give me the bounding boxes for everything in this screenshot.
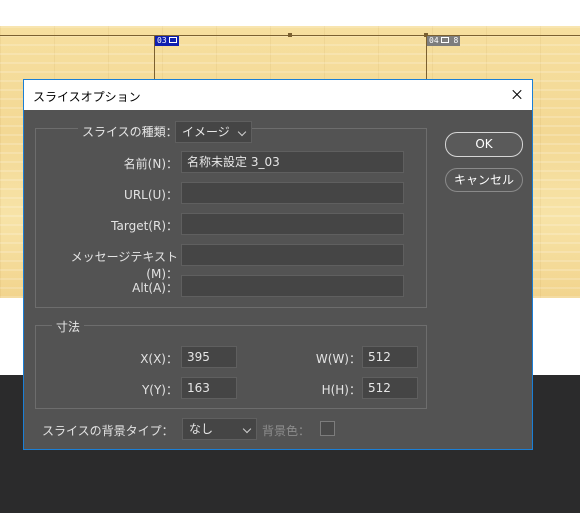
background-color-swatch xyxy=(320,421,335,436)
image-slice-icon xyxy=(168,36,177,43)
background-type-value: なし xyxy=(189,422,214,436)
slice-handle[interactable] xyxy=(288,33,292,37)
chevron-down-icon xyxy=(242,424,252,434)
alt-label: Alt(A)： xyxy=(132,281,178,295)
slice-type-label: スライスの種類： xyxy=(78,123,182,140)
url-label: URL(U)： xyxy=(124,188,178,202)
w-field[interactable]: 512 xyxy=(362,346,418,368)
x-field[interactable]: 395 xyxy=(181,346,237,368)
y-label: Y(Y)： xyxy=(141,383,178,397)
slice-number: 04 xyxy=(429,36,439,45)
message-text-field[interactable] xyxy=(181,244,404,266)
slice-type-value: イメージ xyxy=(182,125,230,139)
target-label: Target(R)： xyxy=(111,219,178,233)
background-type-label: スライスの背景タイプ： xyxy=(42,424,174,438)
w-label: W(W)： xyxy=(315,352,361,366)
name-field[interactable]: 名称未設定 3_03 xyxy=(181,151,404,173)
chevron-down-icon xyxy=(237,127,247,137)
target-field[interactable] xyxy=(181,213,404,235)
slice-number: 03 xyxy=(157,36,167,45)
background-type-select[interactable]: なし xyxy=(182,418,257,440)
slice-badge-extra: 8 xyxy=(453,36,459,45)
background-color-label: 背景色： xyxy=(262,424,311,438)
slice-options-dialog: スライスオプション スライスの種類： イメージ 名前(N)： 名称未設定 3_0… xyxy=(23,79,533,450)
canvas-top-strip xyxy=(0,0,580,26)
image-slice-icon xyxy=(440,36,449,43)
y-field[interactable]: 163 xyxy=(181,377,237,399)
dimensions-legend: 寸法 xyxy=(52,318,85,335)
cancel-button[interactable]: キャンセル xyxy=(445,168,523,192)
slice-badge-03[interactable]: 03 xyxy=(155,36,179,46)
h-label: H(H)： xyxy=(321,383,361,397)
close-icon[interactable] xyxy=(502,80,532,110)
url-field[interactable] xyxy=(181,182,404,204)
dialog-title: スライスオプション xyxy=(33,90,141,104)
dialog-titlebar[interactable]: スライスオプション xyxy=(24,80,532,110)
slice-badge-04[interactable]: 04 8 xyxy=(427,36,461,46)
ok-button[interactable]: OK xyxy=(445,132,523,157)
h-field[interactable]: 512 xyxy=(362,377,418,399)
slice-type-select[interactable]: イメージ xyxy=(175,121,252,143)
name-label: 名前(N)： xyxy=(123,157,178,171)
x-label: X(X)： xyxy=(140,352,178,366)
message-text-label: メッセージテキスト(M)： xyxy=(70,250,178,281)
alt-field[interactable] xyxy=(181,275,404,297)
